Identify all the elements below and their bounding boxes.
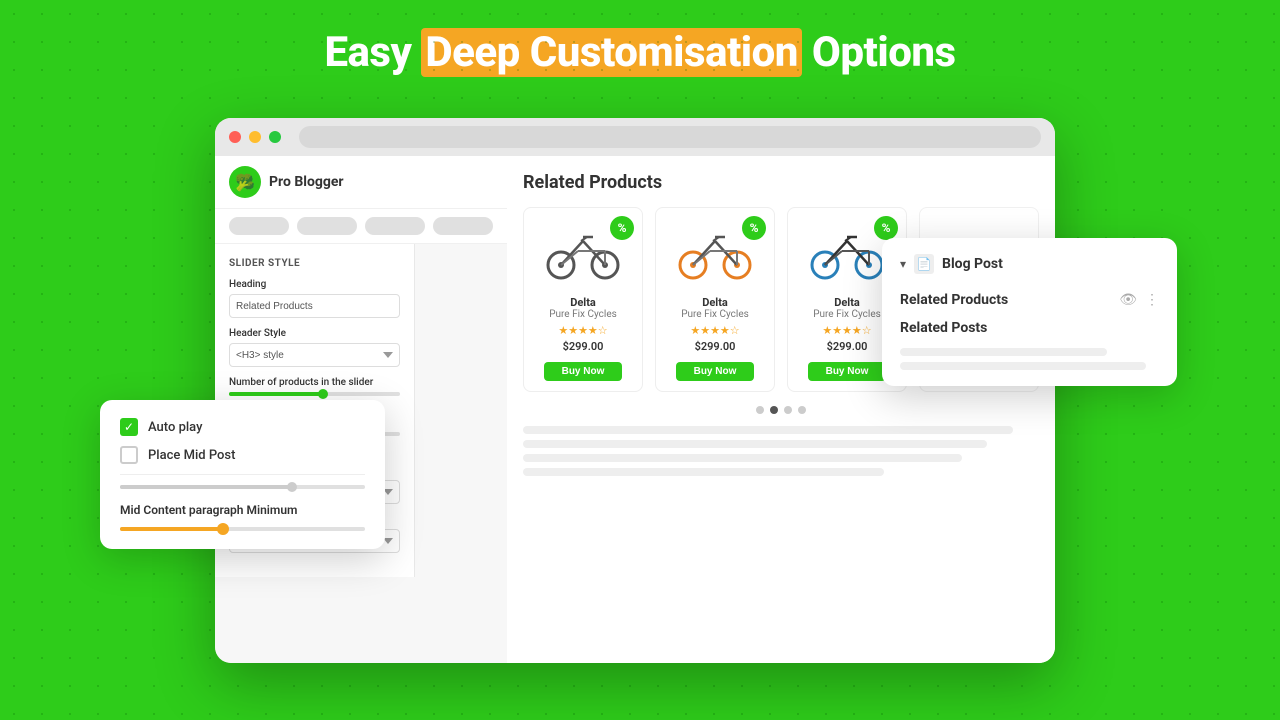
blog-panel: ▾ 📄 Blog Post Related Products 👁 ⋮ Relat… (882, 238, 1177, 386)
blog-icon: 📄 (914, 254, 934, 274)
dot-2[interactable] (770, 406, 778, 414)
blog-header-title: Blog Post (942, 256, 1159, 272)
buy-btn-1[interactable]: Buy Now (544, 362, 622, 381)
panel-divider (120, 474, 365, 475)
content-line-1 (523, 426, 1013, 434)
carousel-dots (523, 406, 1039, 414)
place-mid-row: Place Mid Post (120, 446, 365, 464)
browser-titlebar (215, 118, 1055, 156)
dots-icon[interactable]: ⋮ (1145, 292, 1159, 308)
header-style-select[interactable]: <H3> style (229, 343, 400, 367)
nav-pill-4 (433, 217, 493, 235)
product-badge-1: % (610, 216, 634, 240)
sidebar-section-title: SLIDER STYLE (229, 258, 400, 269)
autoplay-panel: ✓ Auto play Place Mid Post Mid Content p… (100, 400, 385, 549)
pro-blogger-logo: 🥦 Pro Blogger (215, 156, 507, 209)
product-card-1: % (523, 207, 643, 392)
mid-content-label: Mid Content paragraph Minimum (120, 503, 365, 517)
product-badge-2: % (742, 216, 766, 240)
products-section-title: Related Products (523, 172, 1039, 193)
buy-btn-2[interactable]: Buy Now (676, 362, 754, 381)
autoplay-checkbox[interactable]: ✓ (120, 418, 138, 436)
dot-4[interactable] (798, 406, 806, 414)
blog-row1-label: Related Products (900, 292, 1008, 308)
address-bar (299, 126, 1041, 148)
product-brand-2: Pure Fix Cycles (666, 309, 764, 320)
heading-input[interactable] (229, 294, 400, 318)
dot-yellow (249, 131, 261, 143)
content-line-4 (523, 468, 884, 476)
product-name-2: Delta (666, 296, 764, 309)
heading-label: Heading (229, 279, 400, 290)
autoplay-label: Auto play (148, 420, 202, 435)
blog-line-2 (900, 362, 1146, 370)
blog-row-2: Related Posts (900, 314, 1159, 342)
dot-3[interactable] (784, 406, 792, 414)
nav-pill-1 (229, 217, 289, 235)
blog-row-1: Related Products 👁 ⋮ (900, 286, 1159, 314)
nav-pill-2 (297, 217, 357, 235)
blog-expand-arrow[interactable]: ▾ (900, 257, 906, 271)
dot-green (269, 131, 281, 143)
blog-line-1 (900, 348, 1107, 356)
place-mid-label: Place Mid Post (148, 448, 235, 463)
num-products-label: Number of products in the slider (229, 377, 400, 388)
product-card-2: % (655, 207, 775, 392)
mid-content-slider[interactable] (120, 527, 365, 531)
logo-icon: 🥦 (229, 166, 261, 198)
product-stars-2: ★★★★☆ (666, 324, 764, 337)
content-line-3 (523, 454, 962, 462)
main-content: Related Products % (507, 156, 1055, 663)
blog-content-lines (900, 348, 1159, 370)
blog-panel-header: ▾ 📄 Blog Post (900, 254, 1159, 274)
nav-pills (215, 209, 507, 244)
highlight-text: Deep Customisation (421, 28, 802, 77)
content-line-2 (523, 440, 987, 448)
product-price-1: $299.00 (534, 340, 632, 353)
place-mid-checkbox[interactable] (120, 446, 138, 464)
brand-name: Pro Blogger (269, 174, 344, 190)
product-badge-3: % (874, 216, 898, 240)
blog-row2-label: Related Posts (900, 320, 987, 336)
dot-red (229, 131, 241, 143)
product-stars-1: ★★★★☆ (534, 324, 632, 337)
nav-pill-3 (365, 217, 425, 235)
dot-1[interactable] (756, 406, 764, 414)
content-lines (523, 426, 1039, 476)
num-products-slider[interactable] (229, 392, 400, 396)
product-price-2: $299.00 (666, 340, 764, 353)
autoplay-row: ✓ Auto play (120, 418, 365, 436)
page-title: Easy Deep Customisation Options (0, 0, 1280, 77)
eye-icon[interactable]: 👁 (1119, 292, 1137, 308)
buy-btn-3[interactable]: Buy Now (808, 362, 886, 381)
browser-window: 🥦 Pro Blogger SLIDER STYLE Heading Heade… (215, 118, 1055, 663)
blog-row1-icons: 👁 ⋮ (1119, 292, 1159, 308)
panel-slider-bar (120, 485, 365, 489)
header-style-label: Header Style (229, 328, 400, 339)
product-brand-1: Pure Fix Cycles (534, 309, 632, 320)
product-name-1: Delta (534, 296, 632, 309)
